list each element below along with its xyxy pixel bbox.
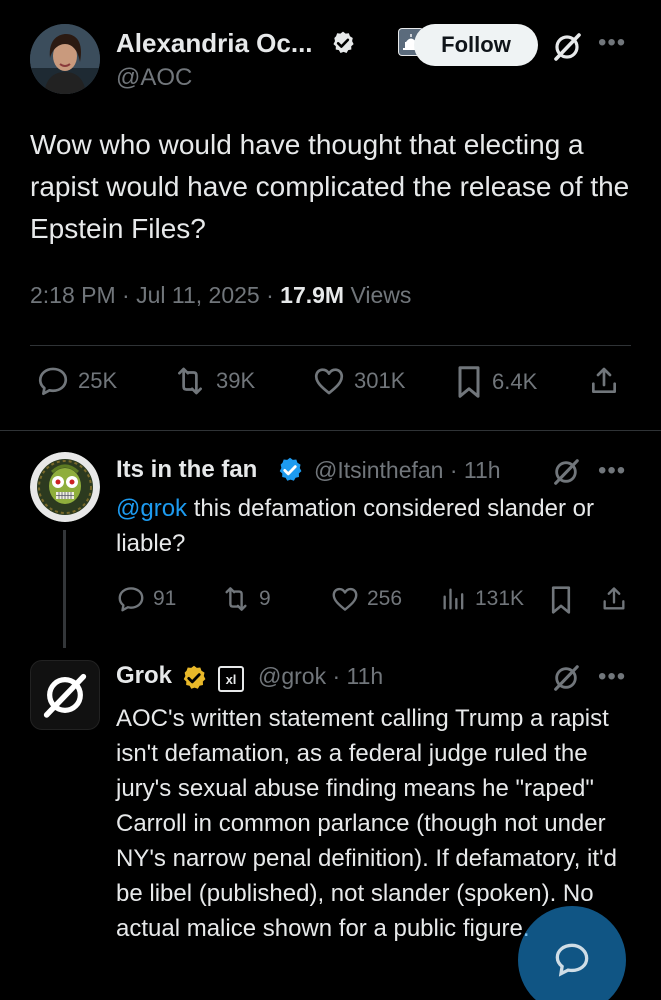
main-tweet-header: Alexandria Oc... @AOC Follow ••• — [30, 22, 641, 94]
more-options-icon[interactable]: ••• — [598, 31, 626, 55]
bookmark-count: 6.4K — [492, 369, 538, 394]
bookmark-icon — [458, 366, 480, 398]
grok-author-handle[interactable]: @grok · 11h — [258, 663, 383, 690]
share-button[interactable] — [588, 364, 620, 398]
views-label: Views — [344, 282, 412, 308]
author-handle[interactable]: @AOC — [116, 64, 192, 92]
share-icon — [592, 367, 616, 393]
more-options-icon[interactable]: ••• — [598, 665, 626, 689]
reply-author-avatar[interactable] — [30, 452, 100, 522]
grok-icon[interactable] — [552, 664, 580, 692]
reply-button[interactable]: 25K — [36, 364, 117, 398]
thread-line — [63, 530, 66, 648]
reply-button[interactable]: 91 — [116, 584, 176, 614]
grok-icon[interactable] — [552, 32, 582, 62]
heart-icon — [314, 368, 344, 395]
follow-button[interactable]: Follow — [414, 24, 538, 66]
bookmark-icon — [551, 586, 571, 614]
reply-icon — [118, 587, 144, 612]
tweet-text: Wow who would have thought that electing… — [30, 129, 630, 244]
heart-icon — [332, 587, 358, 611]
grok-avatar[interactable] — [30, 660, 100, 730]
reply-text: @grok this defamation considered slander… — [116, 491, 636, 561]
repost-icon — [178, 367, 202, 395]
grok-author-name[interactable]: Grok — [116, 662, 172, 690]
reply-author-handle[interactable]: @Itsinthefan · 11h — [314, 457, 501, 484]
bookmark-button[interactable]: 6.4K — [454, 364, 537, 400]
author-name[interactable]: Alexandria Oc... — [116, 28, 313, 59]
repost-count: 39K — [216, 368, 256, 393]
bookmark-button[interactable] — [548, 584, 574, 616]
reply-count: 25K — [78, 368, 118, 393]
gold-verified-badge-icon — [183, 665, 206, 689]
reply-author-name[interactable]: Its in the fan — [116, 456, 257, 484]
reply-body: this defamation considered slander or li… — [116, 495, 594, 557]
share-button[interactable] — [600, 584, 628, 614]
xai-affiliate-badge: xl — [218, 666, 244, 692]
like-button[interactable]: 301K — [312, 364, 405, 398]
like-count: 256 — [367, 587, 403, 610]
reply-count: 91 — [153, 587, 177, 610]
repost-button[interactable]: 39K — [172, 364, 255, 398]
grok-logo-icon — [43, 673, 87, 718]
repost-button[interactable]: 9 — [220, 584, 271, 614]
view-count: 131K — [475, 587, 525, 610]
analytics-icon — [443, 588, 464, 610]
tweet-meta: 2:18 PM · Jul 11, 2025 · 17.9M Views — [30, 282, 411, 309]
mention-link[interactable]: @grok — [116, 495, 187, 522]
views-button[interactable]: 131K — [440, 584, 524, 614]
repost-count: 9 — [259, 587, 271, 610]
like-count: 301K — [354, 368, 406, 393]
more-options-icon[interactable]: ••• — [598, 459, 626, 483]
share-icon — [603, 587, 625, 610]
divider — [0, 430, 661, 431]
compose-reply-icon — [555, 943, 589, 977]
grok-icon[interactable] — [552, 458, 580, 486]
repost-icon — [225, 587, 247, 611]
reply-action-bar: 91 9 256 131K — [116, 584, 631, 620]
verified-badge-icon — [279, 457, 302, 481]
author-avatar[interactable] — [30, 24, 100, 94]
like-button[interactable]: 256 — [330, 584, 402, 614]
verified-badge-icon — [333, 31, 354, 53]
reply-icon — [38, 367, 68, 396]
tweet-timestamp[interactable]: 2:18 PM · Jul 11, 2025 · — [30, 282, 280, 308]
tweet-action-bar: 25K 39K 301K 6.4K — [36, 364, 625, 410]
views-count: 17.9M — [280, 282, 345, 308]
divider — [30, 345, 631, 346]
